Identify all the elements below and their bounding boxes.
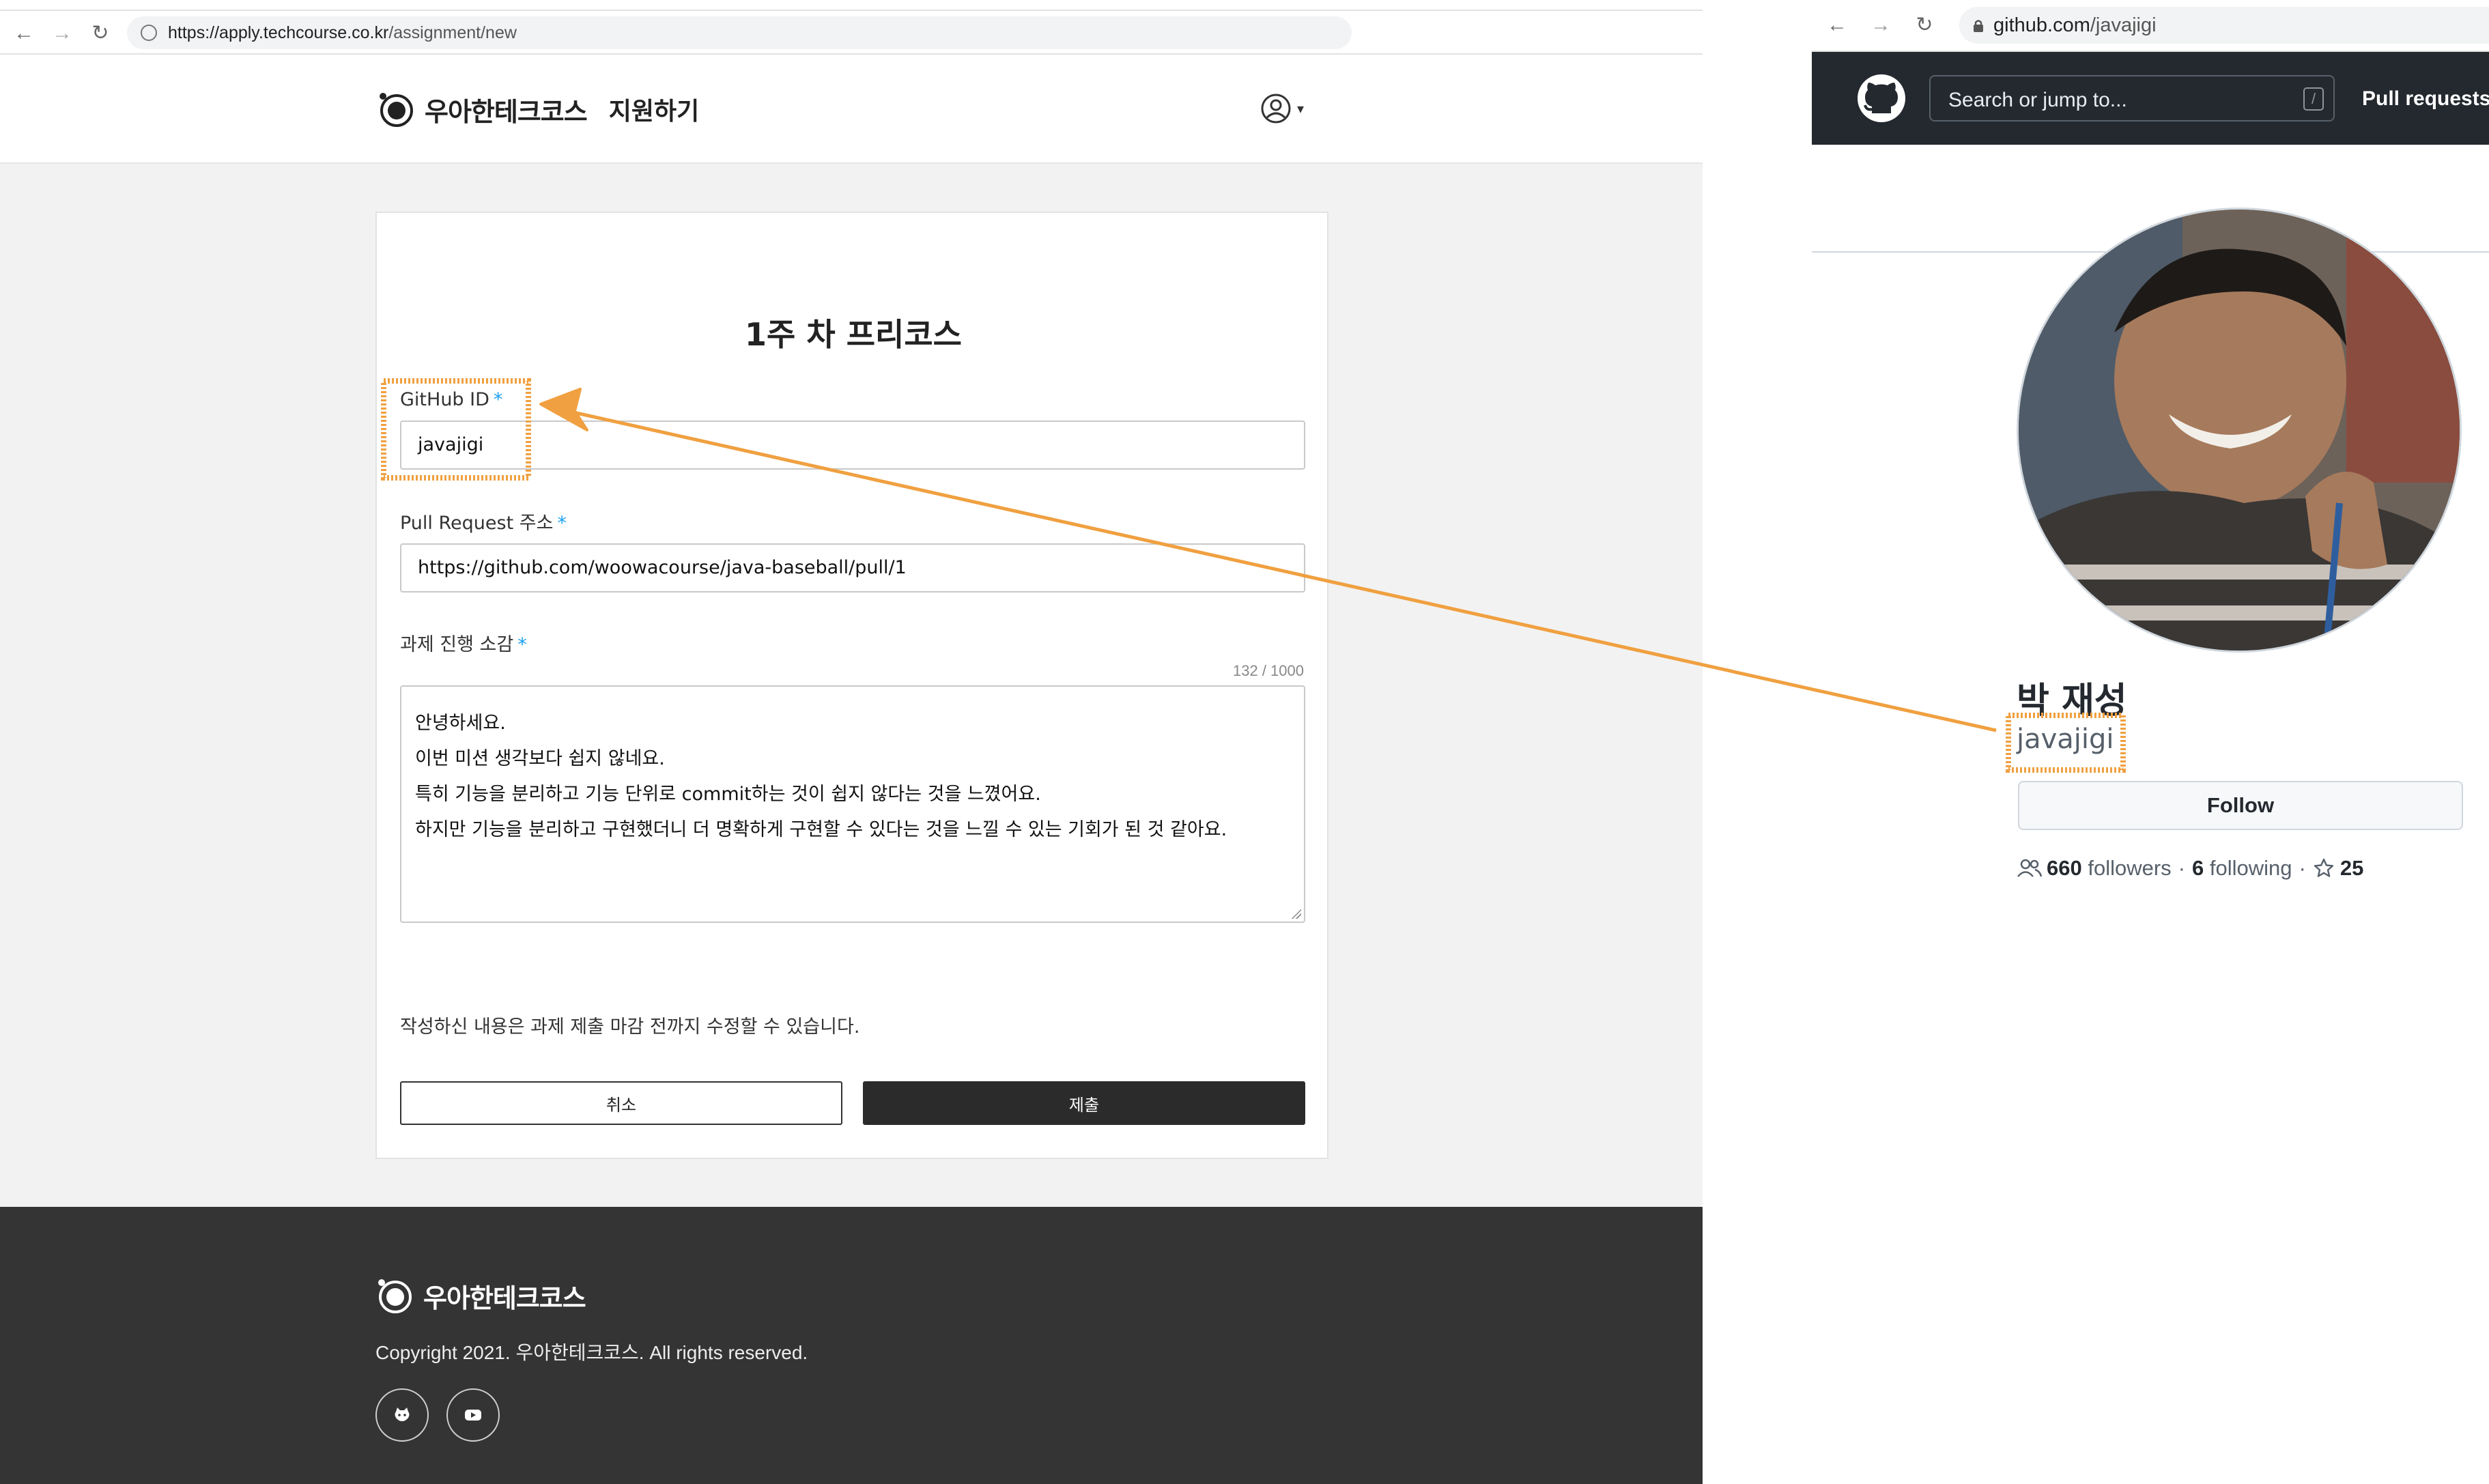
stars-link[interactable]: 25 <box>2340 856 2363 881</box>
github-logo-icon[interactable] <box>1855 72 1907 124</box>
nav-pull-requests[interactable]: Pull requests <box>2362 87 2489 111</box>
github-id-input[interactable]: javajigi <box>400 420 1305 470</box>
site-header: 우아한테크코스 지원하기 ▾ <box>0 55 1703 164</box>
apply-browser-window: ← → ↻ https://apply.techcourse.co.kr/ass… <box>0 0 1703 1484</box>
following-link[interactable]: 6 following <box>2192 856 2292 881</box>
cancel-button[interactable]: 취소 <box>400 1081 842 1125</box>
profile-full-name: 박 재성 <box>2017 681 2127 722</box>
browser-toolbar: ← → ↻ github.com/javajigi <box>1812 0 2489 52</box>
pull-request-label: Pull Request 주소 * <box>400 513 567 534</box>
woowa-logo-icon <box>380 93 413 127</box>
textarea-line: 안녕하세요. <box>415 713 506 734</box>
required-mark: * <box>557 513 567 534</box>
back-arrow-icon[interactable]: ← <box>1827 15 1847 35</box>
main-content: 1주 차 프리코스 GitHub ID * javajigi Pull Reque… <box>0 164 1703 1207</box>
keyboard-shortcut-badge: / <box>2303 87 2324 111</box>
followers-link[interactable]: 660 followers <box>2047 856 2172 881</box>
github-header: Search or jump to... / Pull requests <box>1812 52 2489 145</box>
forward-arrow-icon[interactable]: → <box>52 23 72 44</box>
address-url[interactable]: https://apply.techcourse.co.kr/assignmen… <box>168 23 517 42</box>
chevron-down-icon: ▾ <box>1297 101 1305 117</box>
github-search-input[interactable]: Search or jump to... / <box>1929 75 2335 122</box>
back-arrow-icon[interactable]: ← <box>14 23 34 44</box>
youtube-icon <box>465 1410 481 1421</box>
people-icon <box>2017 859 2043 877</box>
nav-apply-link[interactable]: 지원하기 <box>609 91 699 127</box>
woowa-logo-icon <box>378 1279 412 1313</box>
impression-label: 과제 진행 소감 * <box>400 634 527 655</box>
required-mark: * <box>517 634 527 655</box>
site-info-icon[interactable] <box>141 25 157 41</box>
follow-button[interactable]: Follow <box>2018 781 2463 830</box>
textarea-line: 특히 기능을 분리하고 기능 단위로 commit하는 것이 쉽지 않다는 것을… <box>415 784 1041 805</box>
github-browser-window: ← → ↻ github.com/javajigi Search or jump… <box>1812 0 2489 1484</box>
github-link[interactable] <box>375 1388 429 1442</box>
brand-name: 우아한테크코스 <box>425 96 588 127</box>
profile-photo-image <box>2019 210 2460 651</box>
address-bar[interactable]: https://apply.techcourse.co.kr/assignmen… <box>127 16 1352 49</box>
profile-avatar[interactable] <box>2017 208 2462 653</box>
profile-stats: 660 followers · 6 following · 25 <box>2017 856 2363 881</box>
site-footer: 우아한테크코스 Copyright 2021. 우아한테크코스. All rig… <box>0 1207 1703 1484</box>
user-avatar-icon <box>1261 94 1291 124</box>
stats-separator: · <box>2299 856 2306 880</box>
footer-brand-name: 우아한테크코스 <box>423 1283 586 1313</box>
edit-deadline-notice: 작성하신 내용은 과제 제출 마감 전까지 수정할 수 있습니다. <box>400 1016 860 1038</box>
search-placeholder: Search or jump to... <box>1948 89 2127 111</box>
github-icon <box>395 1408 410 1421</box>
profile-username: javajigi <box>2017 724 2114 755</box>
resize-handle-icon[interactable] <box>1290 908 1301 919</box>
textarea-line: 하지만 기능을 분리하고 구현했더니 더 명확하게 구현할 수 있다는 것을 느… <box>415 819 1227 840</box>
copyright-text: Copyright 2021. 우아한테크코스. All rights rese… <box>375 1342 808 1363</box>
forward-arrow-icon[interactable]: → <box>1871 15 1891 35</box>
assignment-form-card: 1주 차 프리코스 GitHub ID * javajigi Pull Reque… <box>375 212 1328 1159</box>
address-bar[interactable]: github.com/javajigi <box>1959 7 2489 44</box>
address-url[interactable]: github.com/javajigi <box>1993 15 2157 35</box>
footer-brand: 우아한테크코스 <box>375 1275 586 1316</box>
pull-request-url-input[interactable]: https://github.com/woowacourse/java-base… <box>400 543 1305 593</box>
stats-separator: · <box>2178 856 2186 880</box>
github-id-label: GitHub ID * <box>400 389 503 410</box>
site-brand[interactable]: 우아한테크코스 지원하기 <box>377 89 699 130</box>
required-mark: * <box>493 389 503 410</box>
textarea-line: 이번 미션 생각보다 쉽지 않네요. <box>415 748 665 769</box>
char-counter: 132 / 1000 <box>1233 662 1304 679</box>
youtube-link[interactable] <box>446 1388 500 1442</box>
page-title: 1주 차 프리코스 <box>745 316 962 353</box>
reload-icon[interactable]: ↻ <box>90 23 111 44</box>
user-menu[interactable]: ▾ <box>1260 93 1304 124</box>
lock-icon[interactable] <box>1973 19 1984 33</box>
reload-icon[interactable]: ↻ <box>1914 15 1935 35</box>
browser-toolbar: ← → ↻ https://apply.techcourse.co.kr/ass… <box>0 10 1703 55</box>
submit-button[interactable]: 제출 <box>863 1081 1305 1125</box>
star-icon <box>2314 858 2334 877</box>
impression-textarea[interactable]: 안녕하세요. 이번 미션 생각보다 쉽지 않네요. 특히 기능을 분리하고 기능… <box>400 685 1305 923</box>
